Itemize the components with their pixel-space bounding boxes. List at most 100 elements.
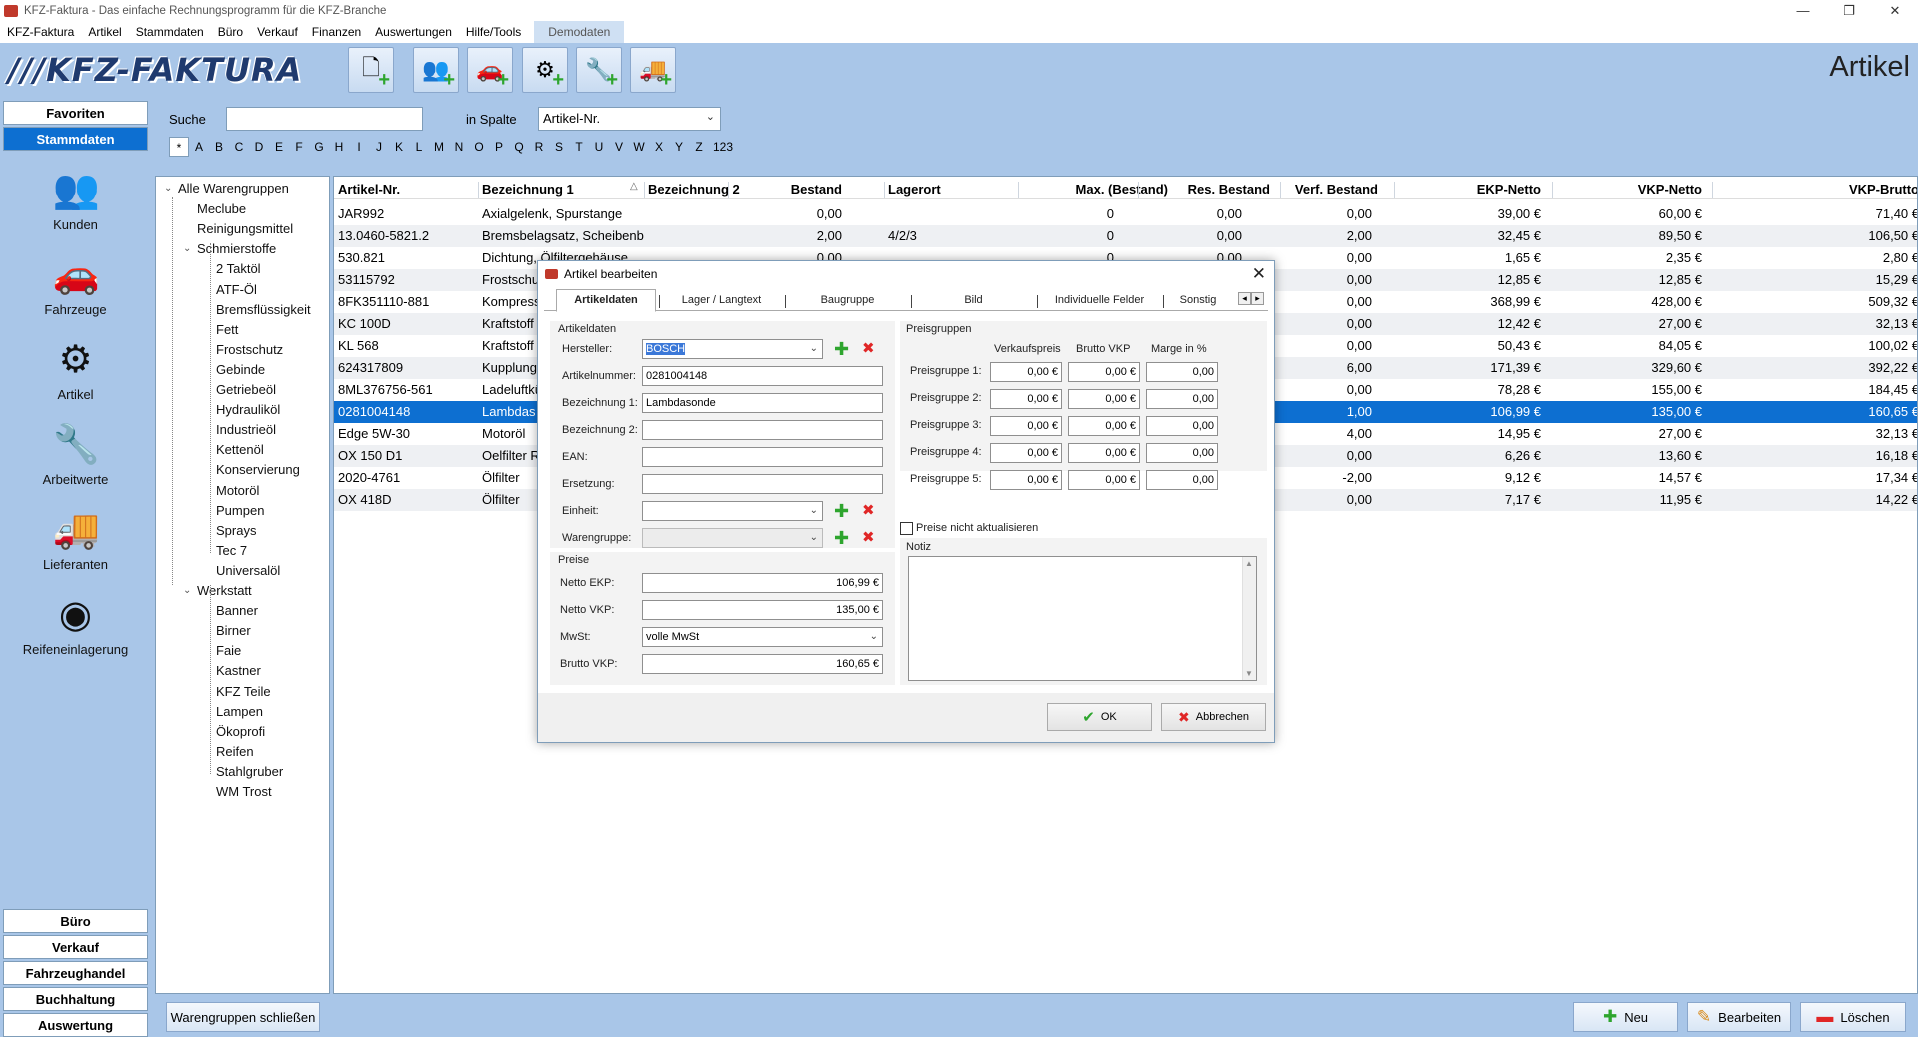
preisgruppe-verkaufspreis-field[interactable]: 0,00 € (990, 443, 1062, 463)
column-header[interactable]: Bestand (732, 179, 842, 201)
preisgruppe-marge-field[interactable]: 0,00 (1146, 416, 1218, 436)
tree-node[interactable]: Schmierstoffe (197, 241, 276, 256)
mwst-select[interactable]: volle MwSt ⌄ (642, 627, 883, 647)
nav-verkauf[interactable]: Verkauf (3, 935, 148, 959)
remove-einheit-icon[interactable]: ✖ (862, 502, 875, 520)
new-button[interactable]: ✚ Neu (1573, 1002, 1678, 1032)
tree-node[interactable]: Bremsflüssigkeit (216, 302, 311, 317)
nav-item-kunden[interactable]: 👥 Kunden (3, 167, 148, 232)
nav-buchhaltung[interactable]: Buchhaltung (3, 987, 148, 1011)
notiz-field[interactable]: ▲ ▼ (908, 556, 1257, 681)
column-select[interactable]: Artikel-Nr. ⌄ (538, 107, 721, 131)
tree-node[interactable]: Kastner (216, 663, 261, 678)
tree-node[interactable]: Faie (216, 643, 241, 658)
tree-node[interactable]: Banner (216, 603, 258, 618)
preisgruppe-verkaufspreis-field[interactable]: 0,00 € (990, 389, 1062, 409)
new-customer-button[interactable]: 👥 + (413, 47, 459, 93)
alpha-filter-letter[interactable]: W (629, 137, 649, 157)
menu-auswertungen[interactable]: Auswertungen (368, 21, 459, 43)
tab-sonstiges[interactable]: Sonstig (1164, 291, 1232, 311)
menu-artikel[interactable]: Artikel (81, 21, 128, 43)
alpha-filter-letter[interactable]: H (329, 137, 349, 157)
alpha-filter-letter[interactable]: O (469, 137, 489, 157)
tree-node[interactable]: Alle Warengruppen (178, 181, 289, 196)
alpha-filter-letter[interactable]: B (209, 137, 229, 157)
alpha-filter-letter[interactable]: K (389, 137, 409, 157)
netto-ekp-field[interactable]: 106,99 € (642, 573, 883, 593)
tree-node[interactable]: Kettenöl (216, 442, 264, 457)
menu-kfz-faktura[interactable]: KFZ-Faktura (0, 21, 81, 43)
alpha-filter-letter[interactable]: S (549, 137, 569, 157)
tree-node[interactable]: Ökoprofi (216, 724, 265, 739)
add-hersteller-icon[interactable]: ✚ (834, 340, 849, 358)
alpha-filter-letter[interactable]: I (349, 137, 369, 157)
table-row[interactable]: JAR992 Axialgelenk, Spurstange 0,00 0 0,00 0,… (334, 203, 1917, 225)
demo-badge[interactable]: Demodaten (534, 21, 625, 43)
nav-buero[interactable]: Büro (3, 909, 148, 933)
tree-node[interactable]: Reifen (216, 744, 254, 759)
tree-expand-icon[interactable]: ⌄ (183, 243, 191, 254)
preisgruppe-verkaufspreis-field[interactable]: 0,00 € (990, 362, 1062, 382)
alpha-filter-letter[interactable]: J (369, 137, 389, 157)
cancel-button[interactable]: ✖ Abbrechen (1161, 703, 1266, 731)
alpha-filter-letter[interactable]: 123 (709, 137, 737, 157)
alpha-filter-letter[interactable]: G (309, 137, 329, 157)
add-einheit-icon[interactable]: ✚ (834, 502, 849, 520)
tab-lager-langtext[interactable]: Lager / Langtext (660, 291, 783, 311)
alpha-filter-letter[interactable]: U (589, 137, 609, 157)
preisgruppe-marge-field[interactable]: 0,00 (1146, 389, 1218, 409)
nav-item-reifeneinlagerung[interactable]: ◉ Reifeneinlagerung (3, 592, 148, 657)
tree-node[interactable]: Frostschutz (216, 342, 283, 357)
nav-fahrzeughandel[interactable]: Fahrzeughandel (3, 961, 148, 985)
tab-individuelle-felder[interactable]: Individuelle Felder (1038, 291, 1161, 311)
tab-bild[interactable]: Bild (912, 291, 1035, 311)
tree-node[interactable]: Konservierung (216, 462, 300, 477)
preisgruppe-verkaufspreis-field[interactable]: 0,00 € (990, 416, 1062, 436)
new-work-value-button[interactable]: 🔧 + (576, 47, 622, 93)
preisgruppe-verkaufspreis-field[interactable]: 0,00 € (990, 470, 1062, 490)
tree-node[interactable]: Lampen (216, 704, 263, 719)
alpha-filter-letter[interactable]: Q (509, 137, 529, 157)
menu-buero[interactable]: Büro (211, 21, 250, 43)
tree-node[interactable]: Stahlgruber (216, 764, 283, 779)
tree-node[interactable]: ATF-Öl (216, 282, 257, 297)
alpha-filter-letter[interactable]: T (569, 137, 589, 157)
tree-node[interactable]: Universalöl (216, 563, 280, 578)
alpha-filter-letter[interactable]: F (289, 137, 309, 157)
delete-button[interactable]: ▬ Löschen (1800, 1002, 1906, 1032)
tree-node[interactable]: Birner (216, 623, 251, 638)
new-article-button[interactable]: ⚙ + (522, 47, 568, 93)
tree-node[interactable]: Meclube (197, 201, 246, 216)
remove-warengruppe-icon[interactable]: ✖ (862, 529, 875, 547)
tree-node[interactable]: 2 Taktöl (216, 261, 261, 276)
alpha-filter-letter[interactable]: M (429, 137, 449, 157)
tree-node[interactable]: Sprays (216, 523, 256, 538)
column-header[interactable]: Verf. Bestand (1284, 179, 1378, 201)
alpha-filter-letter[interactable]: * (169, 137, 189, 157)
nav-item-lieferanten[interactable]: 🚚 Lieferanten (3, 507, 148, 572)
search-input[interactable] (226, 107, 423, 131)
alpha-filter-letter[interactable]: V (609, 137, 629, 157)
ok-button[interactable]: ✔ OK (1047, 703, 1152, 731)
column-header[interactable]: Artikel-Nr. (338, 179, 478, 201)
tree-node[interactable]: Werkstatt (197, 583, 252, 598)
brutto-vkp-field[interactable]: 160,65 € (642, 654, 883, 674)
alpha-filter-letter[interactable]: P (489, 137, 509, 157)
column-header[interactable]: Res. Bestand (1142, 179, 1270, 201)
netto-vkp-field[interactable]: 135,00 € (642, 600, 883, 620)
no-update-checkbox[interactable] (900, 522, 913, 535)
tree-node[interactable]: Motoröl (216, 483, 259, 498)
nav-stammdaten[interactable]: Stammdaten (3, 127, 148, 151)
new-supplier-button[interactable]: 🚚 + (630, 47, 676, 93)
alpha-filter-letter[interactable]: L (409, 137, 429, 157)
bezeichnung2-field[interactable] (642, 420, 883, 440)
einheit-select[interactable]: ⌄ (642, 501, 823, 521)
column-header[interactable]: EKP-Netto (1398, 179, 1541, 201)
tree-node[interactable]: KFZ Teile (216, 684, 271, 699)
alpha-filter-letter[interactable]: D (249, 137, 269, 157)
close-groups-button[interactable]: Warengruppen schließen (166, 1002, 320, 1032)
nav-item-artikel[interactable]: ⚙ Artikel (3, 337, 148, 402)
alpha-filter-letter[interactable]: R (529, 137, 549, 157)
menu-stammdaten[interactable]: Stammdaten (129, 21, 211, 43)
tree-node[interactable]: Pumpen (216, 503, 264, 518)
